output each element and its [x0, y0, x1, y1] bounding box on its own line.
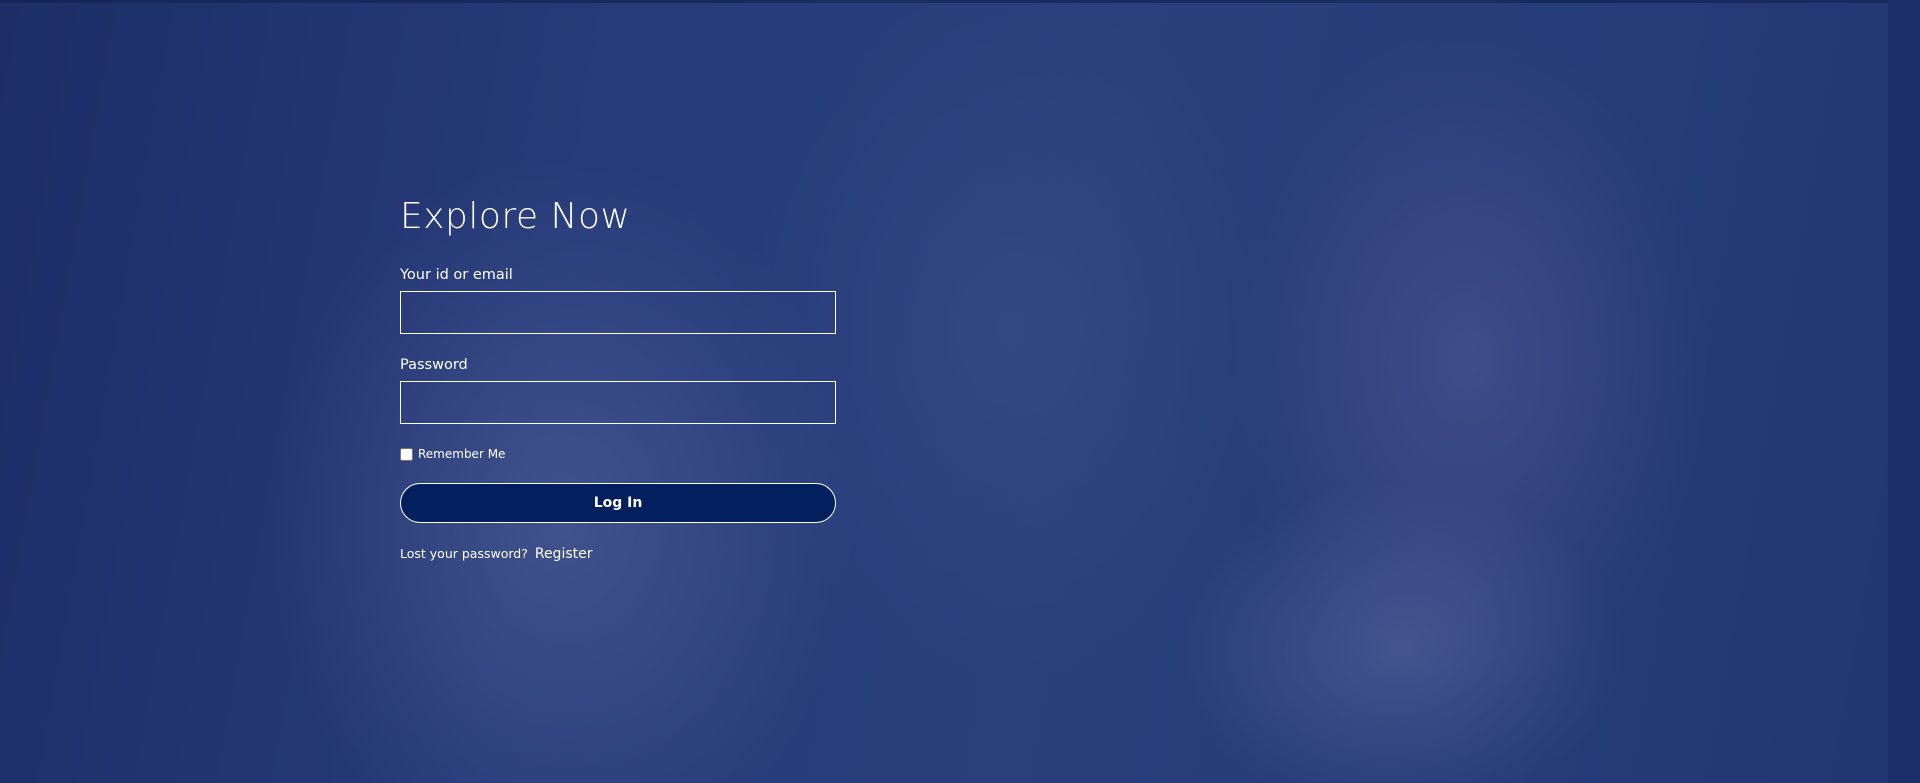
top-border [0, 0, 1920, 3]
remember-me-row: Remember Me [400, 446, 836, 462]
login-form: Explore Now Your id or email Password Re… [400, 195, 836, 562]
remember-me-label[interactable]: Remember Me [418, 447, 505, 461]
right-edge-strip [1888, 0, 1920, 783]
username-label: Your id or email [400, 267, 513, 283]
register-link[interactable]: Register [535, 546, 593, 562]
lost-password-link[interactable]: Lost your password? [400, 546, 528, 561]
password-label: Password [400, 357, 468, 373]
password-input[interactable] [400, 381, 836, 424]
login-links: Lost your password? Register [400, 546, 836, 562]
remember-me-checkbox[interactable] [400, 447, 413, 461]
login-button[interactable]: Log In [400, 483, 836, 523]
login-title: Explore Now [400, 196, 631, 237]
username-input[interactable] [400, 291, 836, 334]
background-photo [0, 0, 1920, 783]
